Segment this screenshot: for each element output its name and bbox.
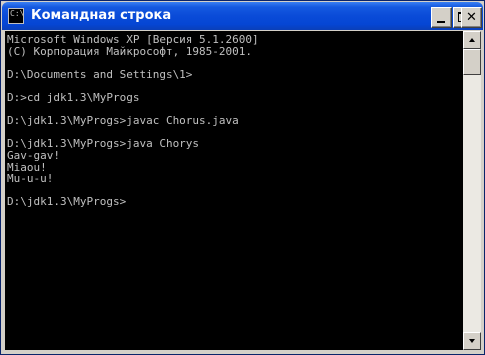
console-icon-glyph: C:\ — [10, 9, 25, 18]
console-line: D:\jdk1.3\MyProgs> — [7, 195, 127, 209]
console-icon[interactable]: C:\ — [8, 8, 24, 24]
title-bar[interactable]: C:\ Командная строка ✕ — [2, 2, 483, 30]
close-icon: ✕ — [466, 10, 477, 25]
scroll-up-button[interactable] — [463, 31, 481, 49]
scroll-thumb[interactable] — [463, 49, 481, 75]
vertical-scrollbar[interactable] — [463, 31, 481, 350]
window-title: Командная строка — [31, 8, 172, 23]
scroll-down-button[interactable] — [463, 332, 481, 350]
console-text: Microsoft Windows XP [Версия 5.1.2600] (С… — [5, 31, 463, 208]
console-line: Mu-u-u! — [7, 172, 54, 186]
scroll-down-arrow-icon — [469, 339, 475, 343]
console-line: Microsoft Windows XP [Версия 5.1.2600] — [7, 33, 259, 46]
scroll-up-arrow-icon — [469, 38, 475, 42]
console-line: D:\jdk1.3\MyProgs>javac Chorus.java — [7, 114, 239, 128]
console-output[interactable]: Microsoft Windows XP [Версия 5.1.2600] (С… — [5, 31, 463, 350]
console-line: D:>cd jdk1.3\MyProgs — [7, 90, 140, 104]
console-line: D:\jdk1.3\MyProgs>java Chorys — [7, 137, 200, 151]
command-prompt-window: C:\ Командная строка ✕ Microsoft Windows… — [0, 0, 485, 355]
console-line: (С) Корпорация Майкрософт, 1985-2001. — [7, 44, 253, 58]
minimize-icon — [437, 21, 445, 23]
console-line: D:\Documents and Settings\1> — [7, 67, 193, 81]
close-button[interactable]: ✕ — [461, 7, 482, 28]
minimize-button[interactable] — [431, 7, 452, 28]
console-line: Miaou! — [7, 160, 47, 174]
console-line: Gav-gav! — [7, 148, 60, 162]
